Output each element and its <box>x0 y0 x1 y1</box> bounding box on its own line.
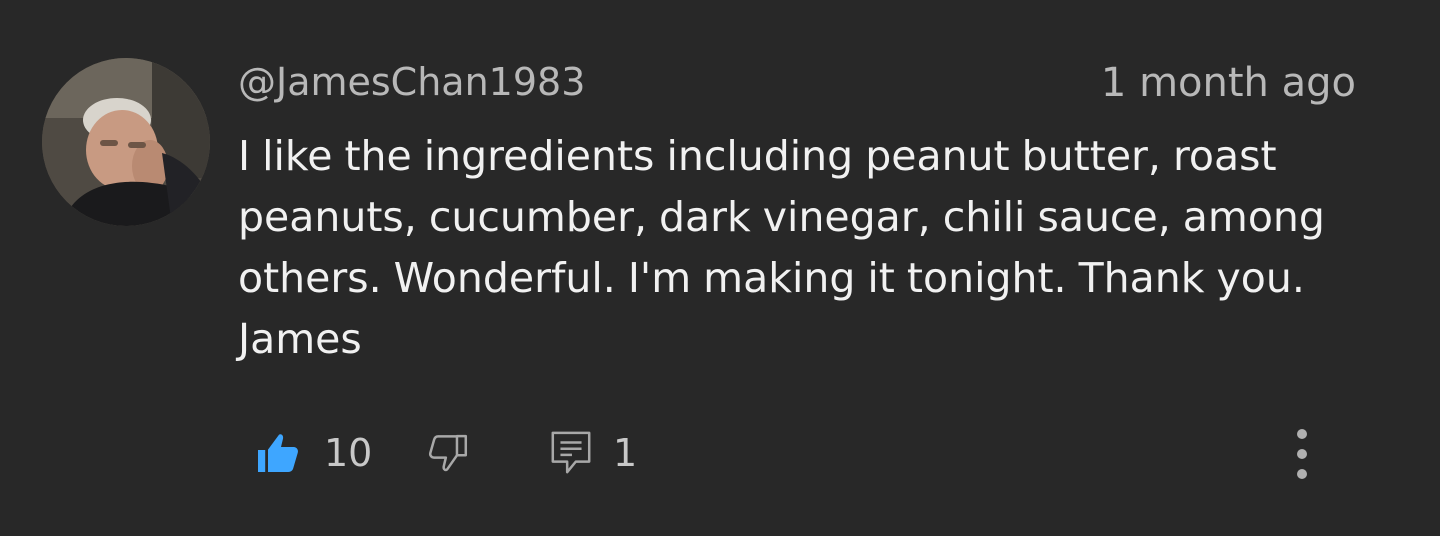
more-options-button[interactable] <box>1284 424 1320 484</box>
comment-card: @JamesChan1983 1 month ago I like the in… <box>0 0 1440 536</box>
thumbs-down-icon <box>428 434 468 472</box>
comment-icon <box>551 431 591 474</box>
thumbs-up-icon <box>258 434 298 472</box>
more-vertical-icon <box>1297 429 1307 479</box>
reply-button[interactable] <box>548 428 594 478</box>
like-count: 10 <box>324 431 373 475</box>
like-button[interactable] <box>254 426 302 480</box>
dislike-button[interactable] <box>424 428 470 478</box>
comment-actions: 10 1 <box>0 0 1440 536</box>
reply-count: 1 <box>613 431 638 475</box>
